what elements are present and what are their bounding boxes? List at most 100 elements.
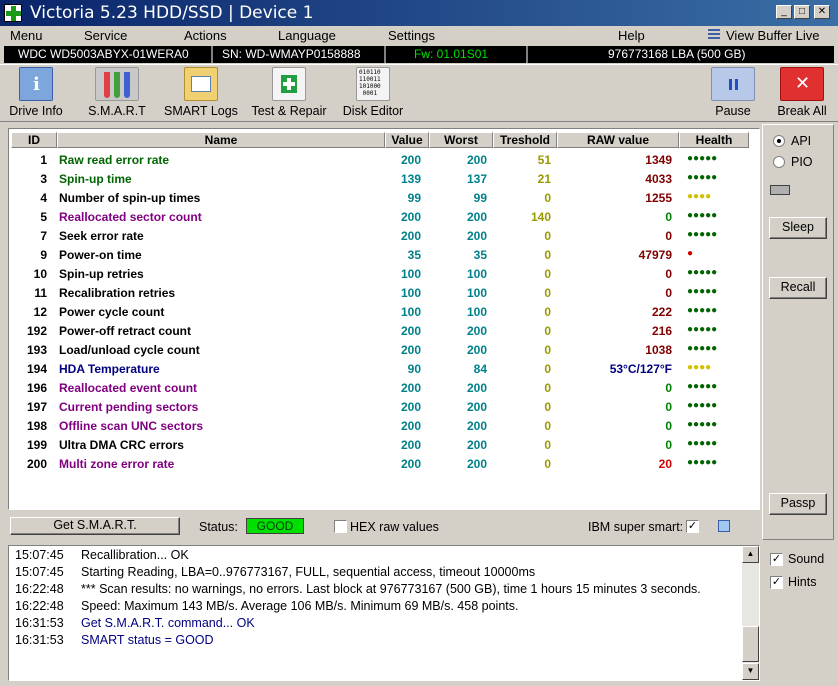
col-header-value[interactable]: Value (385, 132, 429, 148)
cell-raw: 1038 (645, 343, 672, 357)
table-row[interactable]: 192 Power-off retract count 200 200 0 216 ●●●●… (11, 322, 755, 341)
menu-item-language[interactable]: Language (278, 28, 336, 43)
drive-info-button[interactable]: i Drive Info (8, 67, 64, 118)
cell-worst: 137 (466, 172, 487, 186)
cell-threshold: 140 (530, 210, 551, 224)
log-line: 16:31:53 SMART status = GOOD (15, 633, 735, 649)
cell-threshold: 0 (544, 419, 551, 433)
cell-name: Current pending sectors (59, 400, 199, 414)
cell-name: Number of spin-up times (59, 191, 201, 205)
scroll-up-icon[interactable]: ▲ (742, 546, 759, 563)
cell-worst: 200 (466, 210, 487, 224)
table-row[interactable]: 12 Power cycle count 100 100 0 222 ●●●●● (11, 303, 755, 322)
table-row[interactable]: 199 Ultra DMA CRC errors 200 200 0 0 ●●●●● (11, 436, 755, 455)
pause-button[interactable]: Pause (708, 67, 758, 118)
table-row[interactable]: 1 Raw read error rate 200 200 51 1349 ●●●●● (11, 151, 755, 170)
table-row[interactable]: 196 Reallocated event count 200 200 0 0 ●●●●● (11, 379, 755, 398)
menu-item-help[interactable]: Help (618, 28, 645, 43)
cell-value: 200 (400, 381, 421, 395)
log-time: 16:22:48 (15, 582, 64, 596)
list-icon (708, 29, 720, 43)
table-row[interactable]: 197 Current pending sectors 200 200 0 0 ●●●●● (11, 398, 755, 417)
menu-item-menu[interactable]: Menu (10, 28, 43, 43)
scroll-thumb[interactable] (742, 626, 759, 662)
col-header-worst[interactable]: Worst (429, 132, 493, 148)
cell-name: Power-off retract count (59, 324, 192, 338)
app-cross-icon (4, 4, 22, 22)
cell-health: ●●●●● (687, 210, 718, 221)
log-message: Get S.M.A.R.T. command... OK (81, 616, 255, 630)
table-row[interactable]: 9 Power-on time 35 35 0 47979 ● (11, 246, 755, 265)
table-row[interactable]: 11 Recalibration retries 100 100 0 0 ●●●●● (11, 284, 755, 303)
log-message: Speed: Maximum 143 MB/s. Average 106 MB/… (81, 599, 519, 613)
log-line: 16:22:48 Speed: Maximum 143 MB/s. Average… (15, 599, 735, 615)
break-all-button[interactable]: ✕ Break All (774, 67, 830, 118)
cell-health: ●●●●● (687, 343, 718, 354)
table-row[interactable]: 200 Multi zone error rate 200 200 0 20 ●●●●● (11, 455, 755, 474)
close-button[interactable]: ✕ (814, 5, 830, 19)
col-header-name[interactable]: Name (57, 132, 385, 148)
view-buffer-live-button[interactable]: View Buffer Live (726, 28, 819, 43)
test-repair-button[interactable]: Test & Repair (250, 67, 328, 118)
minimize-button[interactable]: _ (776, 5, 792, 19)
hints-checkbox[interactable]: ✓ (770, 576, 783, 589)
cell-threshold: 0 (544, 229, 551, 243)
api-radio[interactable] (773, 135, 785, 147)
log-time: 16:31:53 (15, 616, 64, 630)
cell-worst: 200 (466, 438, 487, 452)
col-header-id[interactable]: ID (11, 132, 57, 148)
log-line: 15:07:45 Starting Reading, LBA=0..9767731… (15, 565, 735, 581)
disk-editor-label: Disk Editor (342, 104, 404, 118)
divider (211, 46, 213, 63)
passp-button[interactable]: Passp (769, 493, 827, 515)
table-row[interactable]: 3 Spin-up time 139 137 21 4033 ●●●●● (11, 170, 755, 189)
cell-name: Recalibration retries (59, 286, 176, 300)
col-header-health[interactable]: Health (679, 132, 749, 148)
hex-raw-checkbox[interactable] (334, 520, 347, 533)
menu-item-actions[interactable]: Actions (184, 28, 227, 43)
ibm-super-smart-label: IBM super smart: (588, 520, 684, 534)
col-header-threshold[interactable]: Treshold (493, 132, 557, 148)
table-row[interactable]: 4 Number of spin-up times 99 99 0 1255 ●●●● (11, 189, 755, 208)
device-firmware: Fw: 01.01S01 (414, 47, 489, 61)
table-row[interactable]: 193 Load/unload cycle count 200 200 0 1038 ●●●… (11, 341, 755, 360)
table-row[interactable]: 7 Seek error rate 200 200 0 0 ●●●●● (11, 227, 755, 246)
scroll-down-icon[interactable]: ▼ (742, 663, 759, 680)
cell-value: 35 (407, 248, 421, 262)
first-aid-icon (272, 67, 306, 101)
status-label: Status: (199, 520, 238, 534)
sleep-button[interactable]: Sleep (769, 217, 827, 239)
cell-id: 196 (26, 381, 47, 395)
disk-editor-button[interactable]: 010110 110011 101000 0001 Disk Editor (342, 67, 404, 118)
menu-item-service[interactable]: Service (84, 28, 127, 43)
cell-raw: 53°C/127°F (609, 362, 672, 376)
pio-radio[interactable] (773, 156, 785, 168)
cell-name: Spin-up time (59, 172, 132, 186)
recall-button[interactable]: Recall (769, 277, 827, 299)
cell-raw: 47979 (638, 248, 672, 262)
ibm-super-smart-checkbox[interactable]: ✓ (686, 520, 699, 533)
log-time: 16:31:53 (15, 633, 64, 647)
log-panel[interactable]: 15:07:45 Recallibration... OK 15:07:45 Star… (8, 545, 760, 681)
log-message: *** Scan results: no warnings, no errors… (81, 582, 701, 596)
title-bar: Victoria 5.23 HDD/SSD | Device 1 _ □ ✕ (0, 0, 838, 26)
cell-raw: 0 (665, 267, 672, 281)
maximize-button[interactable]: □ (794, 5, 810, 19)
log-scrollbar[interactable]: ▲ ▼ (742, 546, 759, 680)
table-row[interactable]: 5 Reallocated sector count 200 200 140 0 ●●●●● (11, 208, 755, 227)
menu-item-settings[interactable]: Settings (388, 28, 435, 43)
cell-id: 198 (26, 419, 47, 433)
table-row[interactable]: 194 HDA Temperature 90 84 0 53°C/127°F ●●●● (11, 360, 755, 379)
folder-icon (184, 67, 218, 101)
col-header-raw[interactable]: RAW value (557, 132, 679, 148)
table-row[interactable]: 10 Spin-up retries 100 100 0 0 ●●●●● (11, 265, 755, 284)
smart-logs-button[interactable]: SMART Logs (164, 67, 238, 118)
get-smart-button[interactable]: Get S.M.A.R.T. (10, 517, 180, 535)
sound-checkbox[interactable]: ✓ (770, 553, 783, 566)
cell-worst: 99 (473, 191, 487, 205)
cell-id: 199 (26, 438, 47, 452)
cell-value: 200 (400, 210, 421, 224)
smart-button[interactable]: S.M.A.R.T (86, 67, 148, 118)
table-row[interactable]: 198 Offline scan UNC sectors 200 200 0 0 ●●●●● (11, 417, 755, 436)
cell-raw: 1349 (645, 153, 672, 167)
